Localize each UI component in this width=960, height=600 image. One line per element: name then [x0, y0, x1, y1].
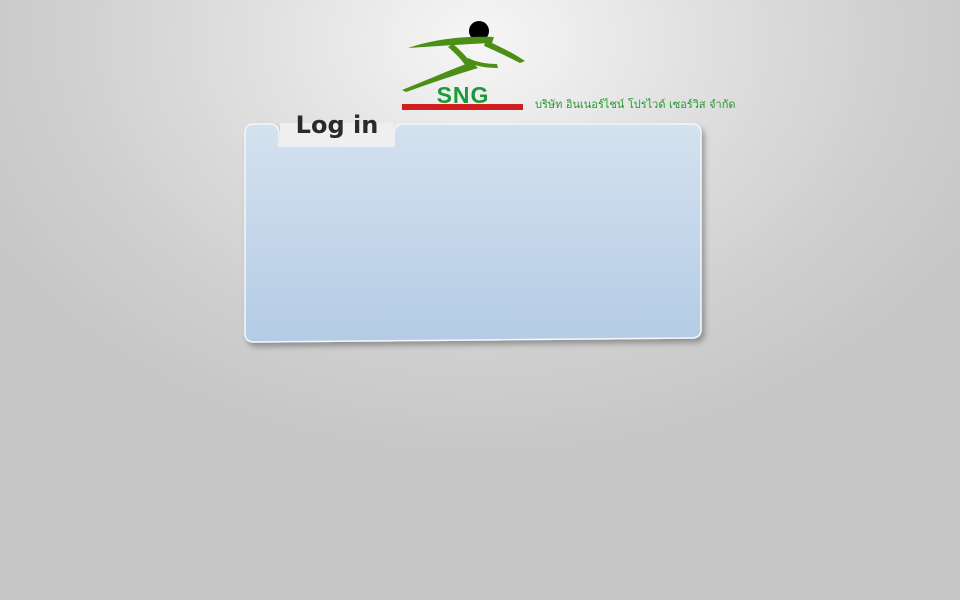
- logo-text: SNG: [436, 82, 490, 108]
- login-panel-shape: [244, 123, 702, 343]
- company-name: บริษัท อินเนอร์ไชน์ โปรไวด์ เซอร์วิส จำก…: [535, 98, 736, 111]
- login-title: Log in: [295, 111, 379, 139]
- company-logo: SNG: [398, 16, 528, 112]
- login-panel: [244, 123, 702, 343]
